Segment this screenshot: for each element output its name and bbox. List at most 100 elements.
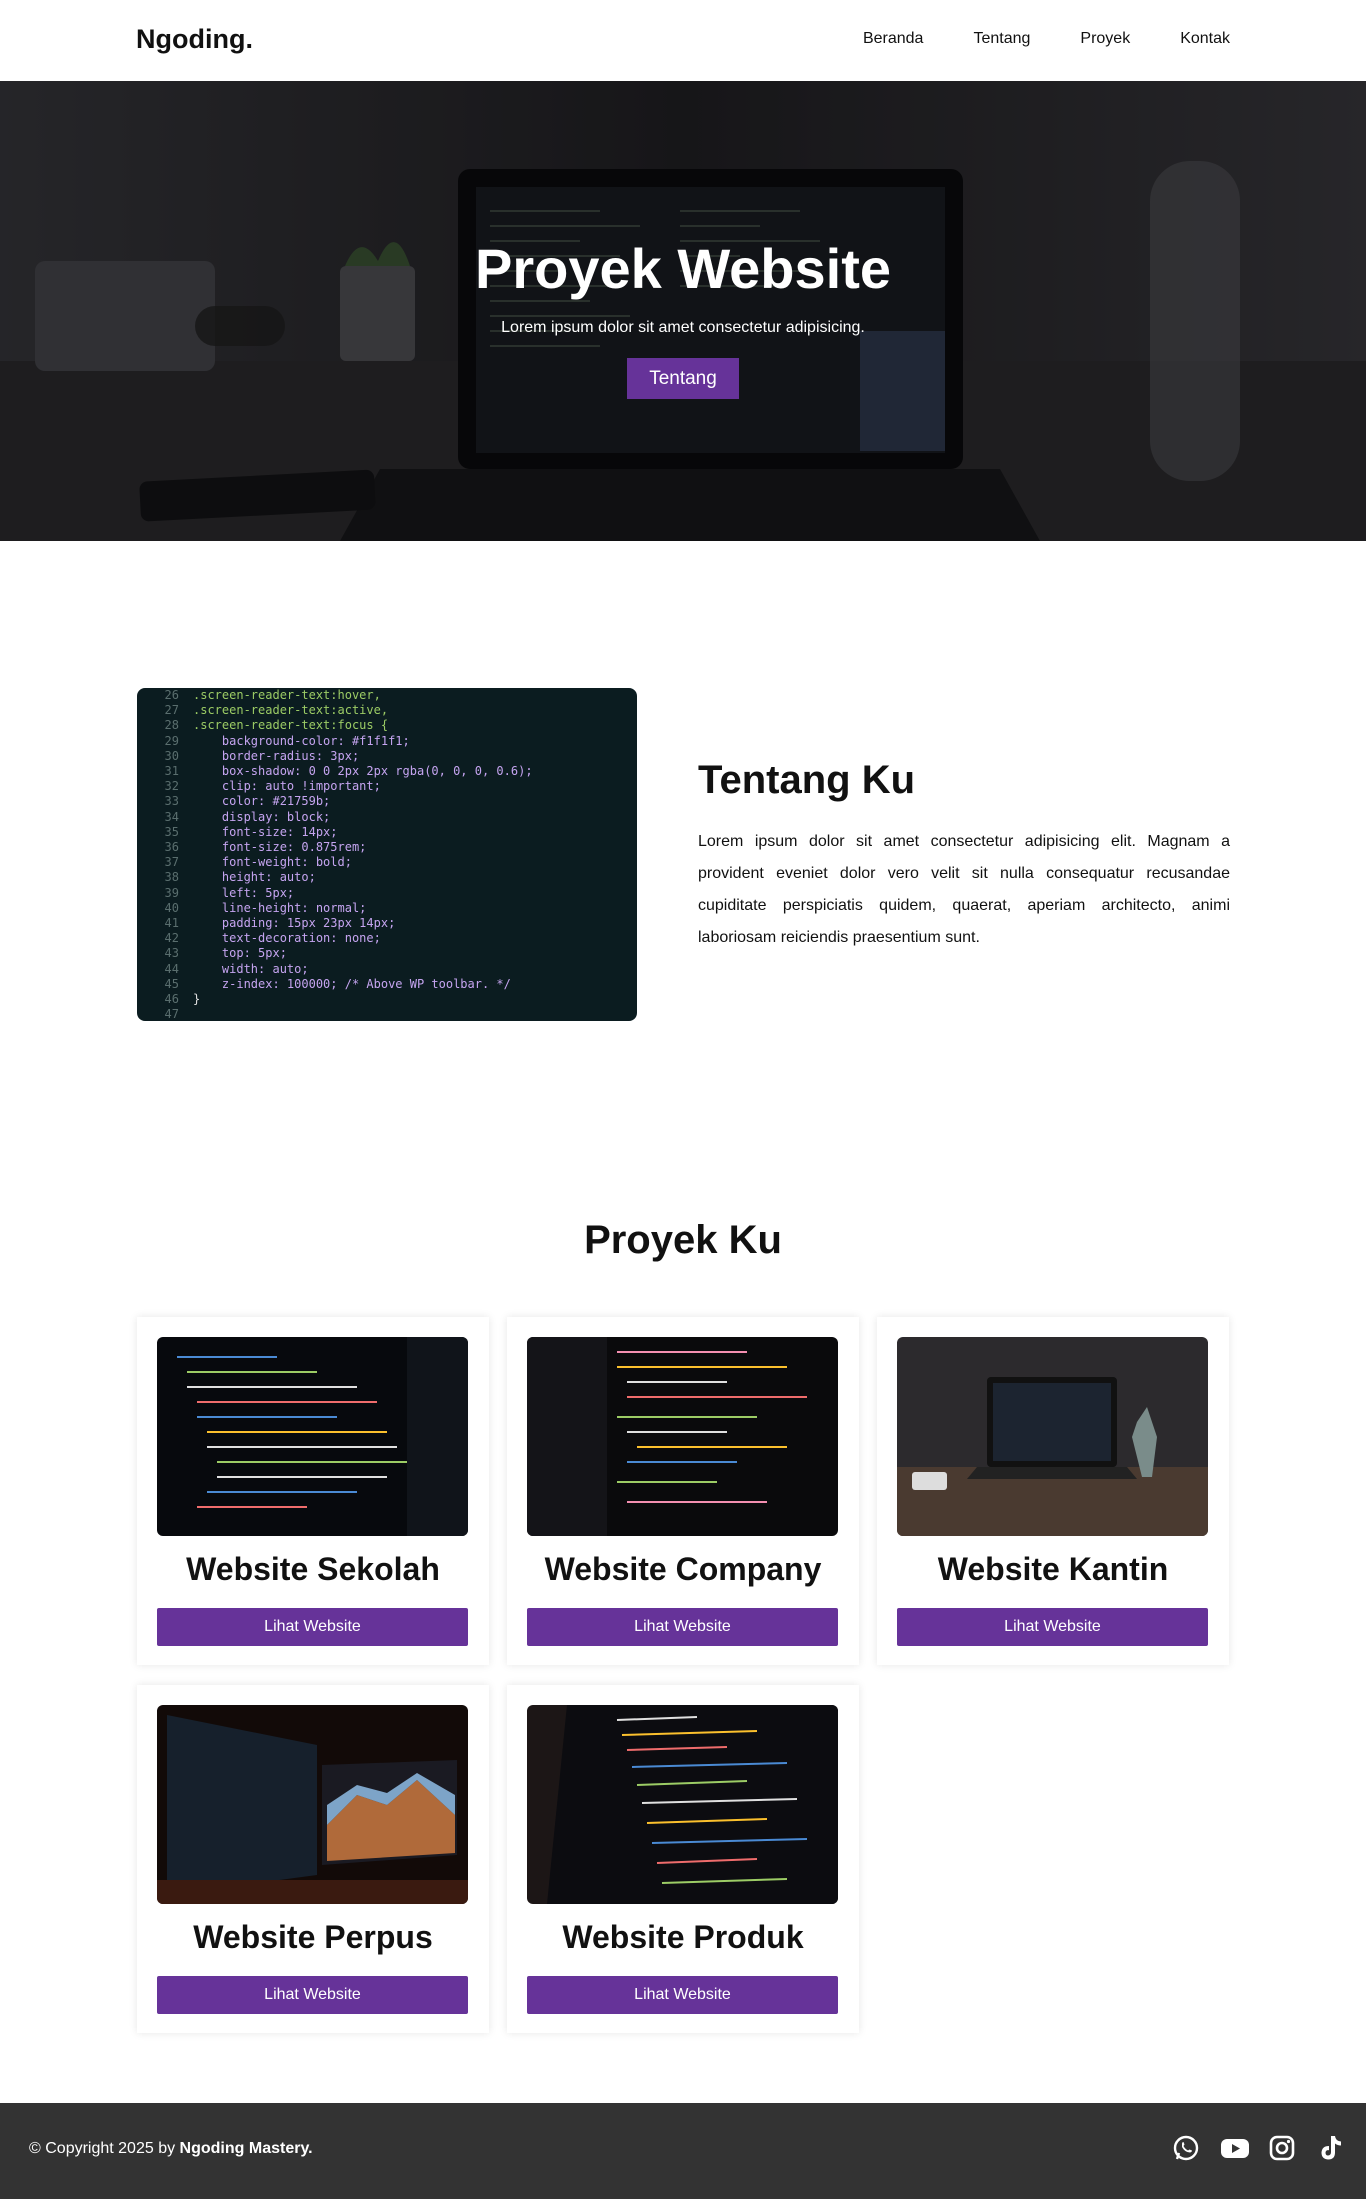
code-line: 42 text-decoration: none; — [149, 931, 637, 946]
code-line-number: 26 — [164, 688, 179, 702]
about-code-image: 26 .screen-reader-text:hover, 27 .screen-re… — [137, 688, 637, 1021]
whatsapp-icon[interactable] — [1172, 2134, 1200, 2162]
code-line-number: 38 — [164, 870, 179, 885]
code-line: 28 .screen-reader-text:focus { — [149, 718, 637, 733]
nav-link-kontak[interactable]: Kontak — [1180, 30, 1230, 48]
view-website-button[interactable]: Lihat Website — [527, 1608, 838, 1646]
code-line-text: clip: auto !important; — [193, 779, 381, 794]
project-card-company: Website Company Lihat Website — [507, 1317, 859, 1665]
youtube-icon[interactable] — [1220, 2134, 1249, 2162]
code-line-number: 35 — [164, 824, 179, 839]
copyright-prefix: © Copyright 2025 by — [29, 2140, 180, 2157]
code-line-text: font-size: 14px; — [193, 824, 338, 839]
code-line-number: 42 — [164, 931, 179, 946]
code-line-text: font-size: 0.875rem; — [193, 840, 367, 855]
code-line: 34 display: block; — [149, 810, 637, 825]
code-line-text: color: #21759b; — [193, 794, 331, 809]
code-line-text: text-decoration: none; — [193, 931, 381, 946]
code-line-text: .screen-reader-text:hover, — [193, 688, 381, 702]
code-line: 40 line-height: normal; — [149, 901, 637, 916]
project-thumbnail — [157, 1705, 468, 1904]
project-title: Website Produk — [562, 1919, 804, 1955]
code-line-number: 45 — [164, 976, 179, 991]
main-nav: Beranda Tentang Proyek Kontak — [813, 30, 1230, 48]
view-website-button[interactable]: Lihat Website — [897, 1608, 1208, 1646]
code-line: 41 padding: 15px 23px 14px; — [149, 916, 637, 931]
code-line: 31 box-shadow: 0 0 2px 2px rgba(0, 0, 0,… — [149, 764, 637, 779]
code-line: 27 .screen-reader-text:active, — [149, 703, 637, 718]
code-line: 30 border-radius: 3px; — [149, 749, 637, 764]
copyright-owner: Ngoding Mastery. — [179, 2140, 313, 2157]
project-card-sekolah: Website Sekolah Lihat Website — [137, 1317, 489, 1665]
code-line: 29 background-color: #f1f1f1; — [149, 734, 637, 749]
project-card-produk: Website Produk Lihat Website — [507, 1685, 859, 2033]
project-title: Website Company — [544, 1551, 822, 1587]
code-line-text: } — [193, 992, 201, 1007]
code-line-text: font-weight: bold; — [193, 855, 352, 870]
code-line: 33 color: #21759b; — [149, 794, 637, 809]
nav-link-tentang[interactable]: Tentang — [973, 30, 1030, 48]
code-line-number: 37 — [164, 855, 179, 870]
projects-title: Proyek Ku — [584, 1218, 782, 1262]
code-line-text: .screen-reader-text:active, — [193, 703, 389, 718]
about-text: Lorem ipsum dolor sit amet consectetur a… — [698, 833, 1230, 946]
project-thumbnail — [527, 1705, 838, 1904]
project-title: Website Sekolah — [186, 1551, 440, 1587]
view-website-button[interactable]: Lihat Website — [527, 1976, 838, 2014]
code-line-text: display: block; — [193, 809, 331, 824]
view-website-button[interactable]: Lihat Website — [157, 1976, 468, 2014]
code-line-number: 33 — [164, 794, 179, 809]
code-line-number: 43 — [164, 946, 179, 961]
project-thumbnail — [897, 1337, 1208, 1536]
hero-title: Proyek Website — [474, 237, 892, 300]
code-line: 37 font-weight: bold; — [149, 855, 637, 870]
project-title: Website Perpus — [193, 1919, 433, 1955]
code-line-text: .screen-reader-text:focus { — [193, 718, 389, 733]
code-line-text: z-index: 100000; /* Above WP toolbar. */ — [193, 976, 511, 991]
hero-section: Proyek Website Lorem ipsum dolor sit ame… — [0, 81, 1366, 541]
code-line-number: 36 — [164, 840, 179, 855]
project-title: Website Kantin — [937, 1551, 1169, 1587]
code-line-number: 27 — [164, 703, 179, 718]
view-website-button[interactable]: Lihat Website — [157, 1608, 468, 1646]
code-line: 32 clip: auto !important; — [149, 779, 637, 794]
code-line: 38 height: auto; — [149, 870, 637, 885]
navbar: Ngoding. Beranda Tentang Proyek Kontak — [0, 0, 1366, 81]
code-line-text: height: auto; — [193, 870, 316, 885]
code-line: 47 — [149, 1007, 637, 1021]
code-line-number: 28 — [164, 718, 179, 733]
code-line: 45 z-index: 100000; /* Above WP toolbar.… — [149, 977, 637, 992]
instagram-icon[interactable] — [1268, 2134, 1296, 2162]
project-thumbnail — [157, 1337, 468, 1536]
code-line-number: 34 — [164, 809, 179, 824]
code-line-text: left: 5px; — [193, 885, 295, 900]
code-line-number: 40 — [164, 900, 179, 915]
code-line-number: 30 — [164, 748, 179, 763]
code-line-text: box-shadow: 0 0 2px 2px rgba(0, 0, 0, 0.… — [193, 764, 533, 779]
hero-tentang-button[interactable]: Tentang — [627, 358, 739, 399]
code-line-number: 46 — [164, 992, 179, 1007]
code-line: 43 top: 5px; — [149, 946, 637, 961]
nav-link-proyek[interactable]: Proyek — [1080, 30, 1130, 48]
code-line-text: border-radius: 3px; — [193, 748, 360, 763]
nav-link-beranda[interactable]: Beranda — [863, 30, 924, 48]
code-line-number: 47 — [164, 1007, 179, 1021]
code-line: 39 left: 5px; — [149, 886, 637, 901]
code-line-text: top: 5px; — [193, 946, 287, 961]
hero-subtitle: Lorem ipsum dolor sit amet consectetur a… — [501, 319, 865, 336]
social-links — [1172, 2134, 1344, 2162]
site-logo[interactable]: Ngoding. — [136, 24, 253, 55]
code-line-text: line-height: normal; — [193, 900, 367, 915]
code-line-number: 29 — [164, 733, 179, 748]
project-card-kantin: Website Kantin Lihat Website — [877, 1317, 1229, 1665]
project-card-perpus: Website Perpus Lihat Website — [137, 1685, 489, 2033]
code-line: 36 font-size: 0.875rem; — [149, 840, 637, 855]
code-line: 46} — [149, 992, 637, 1007]
hero-overlay — [0, 81, 1366, 541]
copyright-text: © Copyright 2025 by Ngoding Mastery. — [29, 2140, 313, 2158]
code-line: 26 .screen-reader-text:hover, — [149, 688, 637, 703]
tiktok-icon[interactable] — [1316, 2134, 1344, 2162]
project-thumbnail — [527, 1337, 838, 1536]
code-line-text: background-color: #f1f1f1; — [193, 733, 410, 748]
code-line-number: 32 — [164, 779, 179, 794]
